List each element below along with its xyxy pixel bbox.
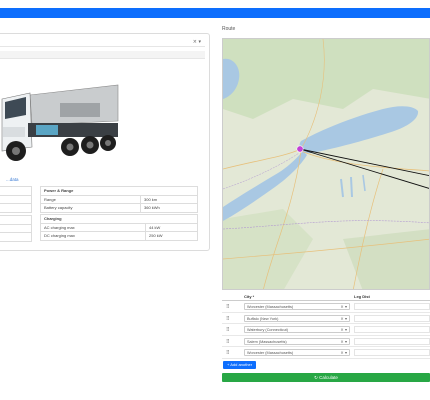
spec-cell [0,186,32,196]
buffalo-marker-icon[interactable] [296,145,304,153]
city-select[interactable]: Buffalo (New York) × ▾ [244,314,350,322]
charging-heading: Charging [40,214,198,224]
drag-handle-icon[interactable]: ⠿ [226,350,230,356]
vehicle-details-link[interactable]: ...data [6,177,19,182]
range-value: 300 km [140,194,198,204]
ac-charging-value: 44 kW [145,222,198,232]
city-row: ⠿ Waterbury (Connecticut) × ▾ [222,324,430,336]
city-table-header: City * Leg Dist [222,293,430,301]
drag-handle-icon[interactable]: ⠿ [226,304,230,310]
city-select-value: Waterbury (Connecticut) [247,328,289,332]
range-label: Range [40,194,141,204]
city-select[interactable]: Worcester (Massachusetts) × ▾ [244,303,350,310]
left-spec-table [0,186,32,213]
map-canvas[interactable] [223,39,430,290]
select-controls-icon[interactable]: × ▾ [340,327,347,333]
city-select-value: Worcester (Massachusetts) [247,305,294,309]
spec-cell [0,223,32,233]
battery-value: 360 kWh [140,203,198,213]
leg-dist-cell [354,303,430,310]
leg-dist-header: Leg Dist [354,294,370,299]
city-header: City * [244,294,255,299]
drag-handle-icon[interactable]: ⠿ [226,327,230,333]
route-map[interactable] [222,38,430,290]
power-range-heading: Power & Range [40,186,198,196]
battery-label: Battery capacity [40,203,141,213]
select-controls-icon[interactable]: × ▾ [340,350,347,356]
city-row: ⠿ Worcester (Massachusetts) × ▾ [222,347,430,359]
leg-dist-cell [354,314,430,322]
city-select-value: Buffalo (New York) [247,316,279,321]
city-row: ⠿ Buffalo (New York) × ▾ [222,313,430,324]
ac-charging-label: AC charging max [40,222,146,232]
dc-charging-value: 250 kW [145,231,198,241]
add-another-button[interactable]: + Add another [223,361,257,369]
select-controls-icon[interactable]: × ▾ [340,316,347,322]
spec-cell [0,194,32,204]
select-controls-icon[interactable]: × ▾ [340,339,347,345]
leg-dist-cell [354,337,430,345]
drag-handle-icon[interactable]: ⠿ [226,339,230,345]
city-select-value: Worcester (Massachusetts) [247,351,294,355]
city-row: ⠿ Worcester (Massachusetts) × ▾ [222,301,430,313]
city-row: ⠿ Salem (Massachusetts) × ▾ [222,336,430,347]
electric-truck-image [1,84,119,161]
dc-charging-label: DC charging max [40,231,146,241]
calculate-button[interactable]: ↻ Calculate [222,373,430,382]
power-range-table: Power & Range Range 300 km Battery capac… [40,186,198,213]
select-controls-icon[interactable]: × ▾ [340,304,347,310]
spec-cell [0,215,32,225]
route-title: Route [222,26,236,32]
city-select[interactable]: Salem (Massachusetts) × ▾ [244,337,350,345]
left-spec-table-2 [0,215,32,242]
city-select[interactable]: Worcester (Massachusetts) × ▾ [244,349,350,356]
leg-dist-cell [354,326,430,333]
drag-handle-icon[interactable]: ⠿ [226,316,230,322]
leg-dist-cell [354,349,430,356]
spec-cell [0,232,32,242]
top-navbar [0,8,430,18]
vehicle-select[interactable]: × ▾ [0,38,205,47]
city-table: City * Leg Dist ⠿ Worcester (Massachuset… [222,293,430,359]
charging-table: Charging AC charging max 44 kW DC chargi… [40,214,198,241]
city-select[interactable]: Waterbury (Connecticut) × ▾ [244,326,350,333]
select-controls-icon[interactable]: × ▾ [193,39,201,45]
city-select-value: Salem (Massachusetts) [247,339,287,344]
spec-cell [0,203,32,213]
